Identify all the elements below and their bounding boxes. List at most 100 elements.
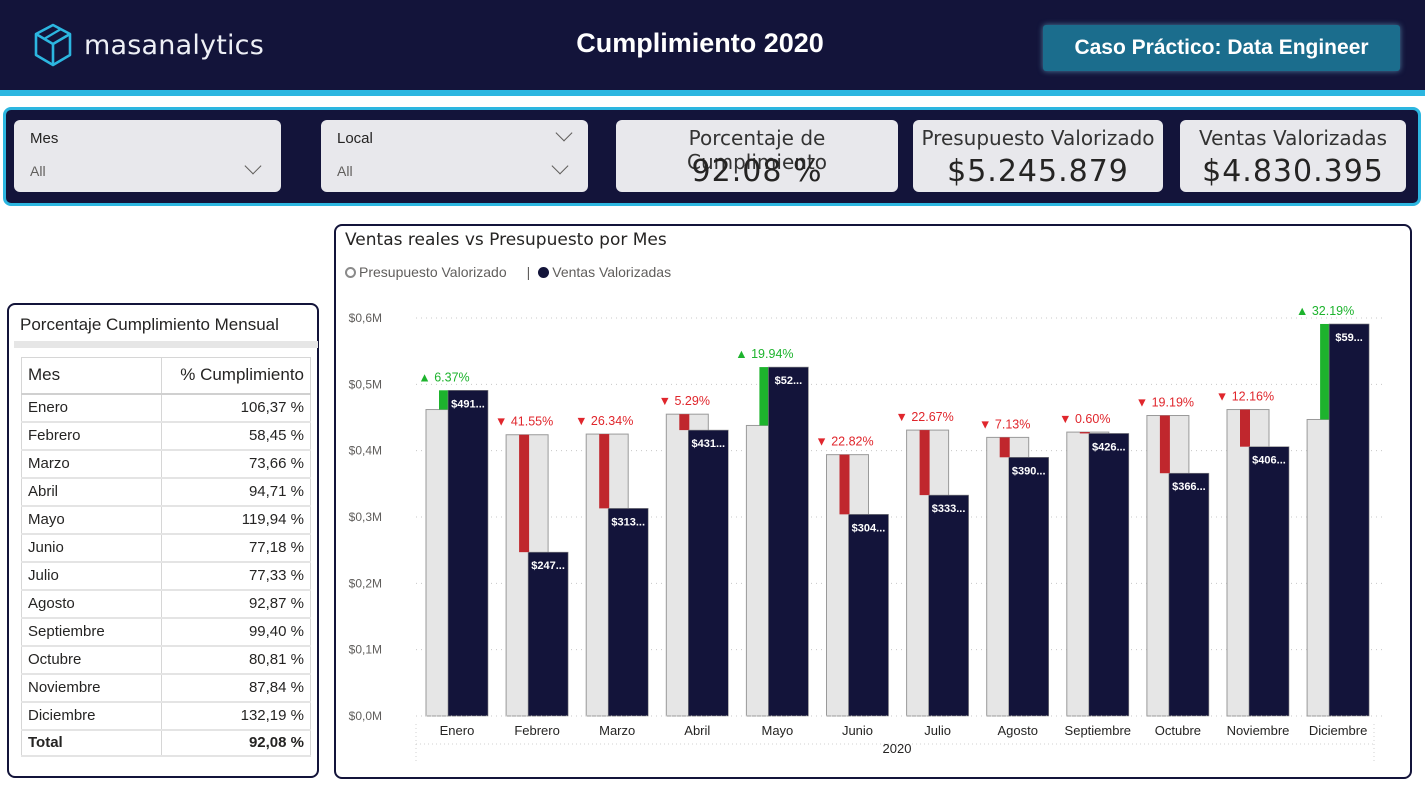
cell-mes: Marzo <box>21 449 162 479</box>
sales-bar <box>527 551 569 717</box>
variance-label: ▼ 41.55% <box>495 415 553 429</box>
cell-cumplimiento: 87,84 % <box>161 673 311 703</box>
column-header-cumplimiento[interactable]: % Cumplimiento <box>161 357 311 395</box>
cell-cumplimiento: 80,81 % <box>161 645 311 675</box>
variance-bar <box>1159 415 1170 474</box>
legend-budget-label[interactable]: Presupuesto Valorizado <box>359 264 507 280</box>
local-slicer-value[interactable]: All <box>337 163 353 179</box>
table-row[interactable]: Julio 77,33 % <box>21 561 311 591</box>
variance-label: ▼ 5.29% <box>659 394 710 408</box>
cell-cumplimiento: 99,40 % <box>161 617 311 647</box>
sales-bar-label: $406... <box>1252 455 1286 467</box>
cell-cumplimiento: 94,71 % <box>161 477 311 507</box>
y-tick-label: $0,6M <box>349 311 382 325</box>
cell-cumplimiento: 106,37 % <box>161 393 311 423</box>
table-row[interactable]: Agosto 92,87 % <box>21 589 311 619</box>
cell-cumplimiento: 73,66 % <box>161 449 311 479</box>
sales-bar-label: $313... <box>611 516 645 528</box>
mes-slicer-value[interactable]: All <box>30 163 46 179</box>
variance-label: ▼ 7.13% <box>979 417 1030 431</box>
variance-bar <box>519 434 530 553</box>
chevron-down-icon[interactable] <box>244 157 262 175</box>
monthly-table-title: Porcentaje Cumplimiento Mensual <box>20 315 279 334</box>
x-category-label: Abril <box>684 723 710 738</box>
x-axis-title: 2020 <box>883 741 912 756</box>
table-total-row: Total 92,08 % <box>21 728 311 757</box>
cell-cumplimiento: 77,18 % <box>161 533 311 563</box>
y-tick-label: $0,3M <box>349 510 382 524</box>
x-category-label: Diciembre <box>1309 723 1368 738</box>
variance-bar <box>679 414 690 431</box>
sales-bar-label: $491... <box>451 398 485 410</box>
sales-vs-budget-chart[interactable]: $0,0M $0,1M $0,2M $0,3M $0,4M $0,5M $0,6M $491.… <box>336 296 1396 766</box>
table-header-row: Mes % Cumplimiento <box>21 357 311 395</box>
case-badge[interactable]: Caso Práctico: Data Engineer <box>1043 25 1400 71</box>
kpi-ventas-value: $4.830.395 <box>1202 154 1384 189</box>
sales-bar <box>1248 446 1290 717</box>
variance-bar <box>439 390 449 410</box>
table-row[interactable]: Diciembre 132,19 % <box>21 701 311 731</box>
sales-bar-label: $426... <box>1092 441 1126 453</box>
cell-cumplimiento: 92,87 % <box>161 589 311 619</box>
variance-label: ▼ 26.34% <box>575 414 633 428</box>
table-row[interactable]: Mayo 119,94 % <box>21 505 311 535</box>
x-category-label: Agosto <box>997 723 1037 738</box>
cell-mes: Mayo <box>21 505 162 535</box>
cell-mes: Septiembre <box>21 617 162 647</box>
monthly-table: Mes % Cumplimiento Enero 106,37 % Febrero… <box>21 357 311 757</box>
table-row[interactable]: Junio 77,18 % <box>21 533 311 563</box>
variance-bar <box>1320 323 1331 420</box>
table-row[interactable]: Noviembre 87,84 % <box>21 673 311 703</box>
legend-sales-marker <box>538 266 550 278</box>
sales-bar <box>768 366 809 717</box>
mes-slicer[interactable]: Mes All <box>14 120 281 192</box>
variance-bar <box>1240 409 1250 447</box>
table-row[interactable]: Febrero 58,45 % <box>21 421 311 451</box>
chevron-down-icon[interactable] <box>551 157 569 175</box>
table-row[interactable]: Marzo 73,66 % <box>21 449 311 479</box>
sales-bar <box>1168 472 1210 717</box>
sales-bar-label: $52... <box>775 375 803 387</box>
x-category-label: Marzo <box>599 723 635 738</box>
legend-budget-marker <box>345 266 356 278</box>
chart-legend: Presupuesto Valorizado | Ventas Valoriza… <box>345 264 671 280</box>
sales-bar-label: $247... <box>531 560 565 572</box>
cell-total-label: Total <box>21 728 162 757</box>
chevron-down-icon[interactable] <box>555 124 573 142</box>
cell-mes: Junio <box>21 533 162 563</box>
table-row[interactable]: Octubre 80,81 % <box>21 645 311 675</box>
cell-mes: Enero <box>21 393 162 423</box>
cell-mes: Febrero <box>21 421 162 451</box>
x-category-label: Septiembre <box>1065 723 1131 738</box>
sales-bar <box>1328 323 1370 717</box>
variance-bar <box>839 454 850 515</box>
cell-mes: Julio <box>21 561 162 591</box>
y-tick-label: $0,2M <box>349 576 382 590</box>
cell-cumplimiento: 58,45 % <box>161 421 311 451</box>
column-header-mes[interactable]: Mes <box>21 357 162 395</box>
table-row[interactable]: Abril 94,71 % <box>21 477 311 507</box>
cell-mes: Agosto <box>21 589 162 619</box>
x-category-label: Enero <box>440 723 475 738</box>
table-row[interactable]: Septiembre 99,40 % <box>21 617 311 647</box>
sales-bar <box>607 508 649 717</box>
sales-bar <box>1088 433 1130 717</box>
variance-bar <box>919 430 930 496</box>
x-category-label: Julio <box>924 723 951 738</box>
local-slicer[interactable]: Local All <box>321 120 588 192</box>
cell-mes: Diciembre <box>21 701 162 731</box>
cell-mes: Noviembre <box>21 673 162 703</box>
mes-slicer-title: Mes <box>30 130 59 147</box>
table-row[interactable]: Enero 106,37 % <box>21 393 311 423</box>
table-scrollbar[interactable] <box>14 341 318 348</box>
sales-bar <box>928 494 969 717</box>
variance-label: ▼ 19.19% <box>1136 396 1194 410</box>
cell-mes: Octubre <box>21 645 162 675</box>
kpi-presupuesto-card: Presupuesto Valorizado $5.245.879 <box>913 120 1163 192</box>
kpi-ventas-card: Ventas Valorizadas $4.830.395 <box>1180 120 1406 192</box>
monthly-table-card: Porcentaje Cumplimiento Mensual Mes % Cu… <box>7 303 319 778</box>
variance-label: ▲ 19.94% <box>735 347 793 361</box>
kpi-presupuesto-label: Presupuesto Valorizado <box>921 126 1155 150</box>
legend-sales-label[interactable]: Ventas Valorizadas <box>552 264 671 280</box>
variance-label: ▼ 12.16% <box>1216 390 1274 404</box>
